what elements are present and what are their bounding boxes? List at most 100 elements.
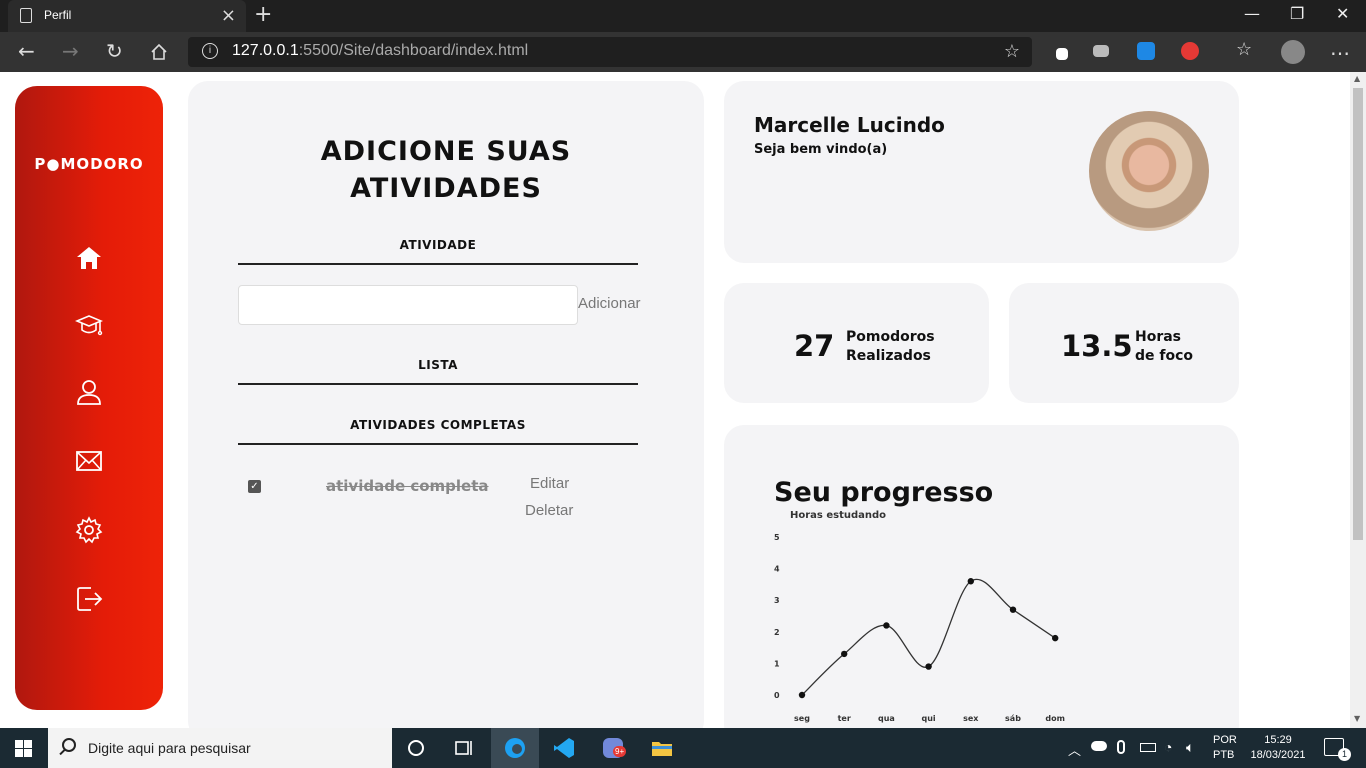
data-point <box>925 663 932 670</box>
scroll-up-icon[interactable]: ▲ <box>1354 74 1360 83</box>
data-point <box>841 650 848 658</box>
cortana-icon[interactable] <box>404 736 428 760</box>
edit-button[interactable]: Editar <box>530 475 569 492</box>
completed-checkbox[interactable]: ✓ <box>248 480 261 493</box>
restore-icon[interactable]: ❐ <box>1290 4 1304 23</box>
delete-button[interactable]: Deletar <box>525 502 573 519</box>
progress-card: Seu progresso Horas estudando 0 1 2 3 4 5 seg t… <box>724 425 1239 728</box>
cube-extension-icon[interactable] <box>1137 42 1155 60</box>
file-explorer-icon[interactable] <box>650 736 674 760</box>
focus-hours-stat-card: 13.5 Horas de foco <box>1009 283 1239 403</box>
data-point <box>1052 634 1059 642</box>
task-view-icon[interactable] <box>452 736 476 760</box>
progress-chart: 0 1 2 3 4 5 seg ter qua qui sex sáb dom <box>774 533 1065 723</box>
logout-icon[interactable] <box>75 585 103 613</box>
show-hidden-icons[interactable]: ︿ <box>1068 740 1081 759</box>
data-point <box>798 691 806 699</box>
sidebar: P●MODORO <box>15 86 163 710</box>
action-center-icon[interactable]: 1 <box>1324 738 1351 761</box>
x-tick-label: sáb <box>1005 714 1021 723</box>
data-point <box>967 578 974 585</box>
discord-taskbar-button[interactable]: 9+ <box>601 736 627 760</box>
address-bar[interactable]: i 127.0.0.1:5500/Site/dashboard/index.ht… <box>188 37 1032 67</box>
completed-activity-text: atividade completa <box>326 477 489 495</box>
page-title-line2: ATIVIDADES <box>350 173 542 204</box>
microphone-icon[interactable] <box>1117 740 1125 754</box>
x-tick-label: dom <box>1045 714 1065 723</box>
camera-extension-icon[interactable] <box>1093 45 1109 57</box>
notification-count: 1 <box>1338 748 1351 761</box>
user-name: Marcelle Lucindo <box>754 113 945 137</box>
y-tick-label: 1 <box>774 659 780 668</box>
page-icon <box>20 8 32 23</box>
edge-taskbar-button[interactable] <box>491 728 539 768</box>
mail-icon[interactable] <box>75 447 103 475</box>
browser-tab[interactable]: Perfil × <box>8 0 246 32</box>
divider <box>238 443 638 445</box>
volume-icon[interactable]: 🔈︎ <box>1186 739 1194 756</box>
more-icon[interactable]: … <box>1330 36 1350 60</box>
taskbar: Digite aqui para pesquisar 9+ ︿ ◔ 🔈︎ POR… <box>0 728 1366 768</box>
minimize-icon[interactable]: — <box>1244 4 1260 23</box>
vertical-scrollbar[interactable]: ▲ ▼ <box>1350 72 1366 728</box>
vscode-icon[interactable] <box>552 736 576 760</box>
divider <box>238 263 638 265</box>
search-icon <box>62 738 76 752</box>
url-text[interactable]: 127.0.0.1:5500/Site/dashboard/index.html <box>232 42 528 60</box>
wifi-icon[interactable]: ◔ <box>1164 739 1172 755</box>
logo: P●MODORO <box>34 155 144 173</box>
battery-icon[interactable] <box>1140 743 1156 752</box>
x-tick-label: sex <box>963 714 979 723</box>
y-tick-label: 5 <box>774 533 780 542</box>
windows-start-icon[interactable] <box>15 740 32 757</box>
clock[interactable]: 15:29 18/03/2021 <box>1248 733 1308 763</box>
info-icon[interactable]: i <box>202 43 218 59</box>
activities-card: ADICIONE SUAS ATIVIDADES ATIVIDADE Adici… <box>188 81 704 728</box>
y-tick-label: 0 <box>774 691 780 700</box>
add-favorite-icon[interactable]: ☆ <box>1004 41 1020 62</box>
y-tick-label: 2 <box>774 628 780 637</box>
completed-label: ATIVIDADES COMPLETAS <box>350 418 526 432</box>
page-content: P●MODORO ADICIONE SUAS ATIVIDADES ATIVID… <box>0 72 1350 728</box>
scroll-down-icon[interactable]: ▼ <box>1354 714 1360 723</box>
divider <box>238 383 638 385</box>
refresh-icon[interactable]: ↻ <box>106 39 123 63</box>
close-tab-icon[interactable]: × <box>221 5 236 26</box>
focus-hours-label: Horas de foco <box>1135 329 1194 364</box>
notification-badge: 9+ <box>613 746 627 757</box>
home-icon[interactable] <box>75 244 103 272</box>
taskbar-search[interactable]: Digite aqui para pesquisar <box>48 728 392 768</box>
favorites-icon[interactable]: ☆ <box>1236 39 1252 60</box>
extension-icon[interactable] <box>1056 48 1068 60</box>
data-point <box>1009 606 1017 613</box>
page-title: ADICIONE SUAS <box>320 136 572 167</box>
profile-avatar[interactable] <box>1281 40 1305 64</box>
settings-icon[interactable] <box>75 516 103 544</box>
onedrive-icon[interactable] <box>1091 741 1107 751</box>
browser-toolbar: ← → ↻ i 127.0.0.1:5500/Site/dashboard/in… <box>0 32 1366 72</box>
close-window-icon[interactable]: ✕ <box>1336 4 1349 23</box>
x-tick-label: qua <box>878 714 895 723</box>
pomodoros-count: 27 <box>794 329 835 363</box>
pomodoros-stat-card: 27 Pomodoros Realizados <box>724 283 989 403</box>
back-icon[interactable]: ← <box>18 39 35 63</box>
browser-titlebar: Perfil × + — ❐ ✕ <box>0 0 1366 32</box>
activity-input[interactable] <box>238 285 578 325</box>
y-tick-label: 3 <box>774 596 780 605</box>
graduation-cap-icon[interactable] <box>75 311 103 339</box>
x-tick-label: qui <box>922 714 936 723</box>
series-line <box>801 578 1056 696</box>
activity-label: ATIVIDADE <box>399 238 477 252</box>
x-tick-label: ter <box>838 714 851 723</box>
home-browser-icon[interactable] <box>150 43 168 61</box>
greeting-text: Seja bem vindo(a) <box>754 142 888 157</box>
forward-icon[interactable]: → <box>62 39 79 63</box>
user-icon[interactable] <box>75 378 103 406</box>
scrollbar-thumb[interactable] <box>1353 88 1363 540</box>
language-indicator[interactable]: POR PTB <box>1213 733 1237 763</box>
pomodoros-label: Pomodoros Realizados <box>846 329 935 364</box>
new-tab-icon[interactable]: + <box>254 2 272 27</box>
stop-extension-icon[interactable] <box>1181 42 1199 60</box>
add-button[interactable]: Adicionar <box>578 295 641 312</box>
profile-card: Marcelle Lucindo Seja bem vindo(a) <box>724 81 1239 263</box>
